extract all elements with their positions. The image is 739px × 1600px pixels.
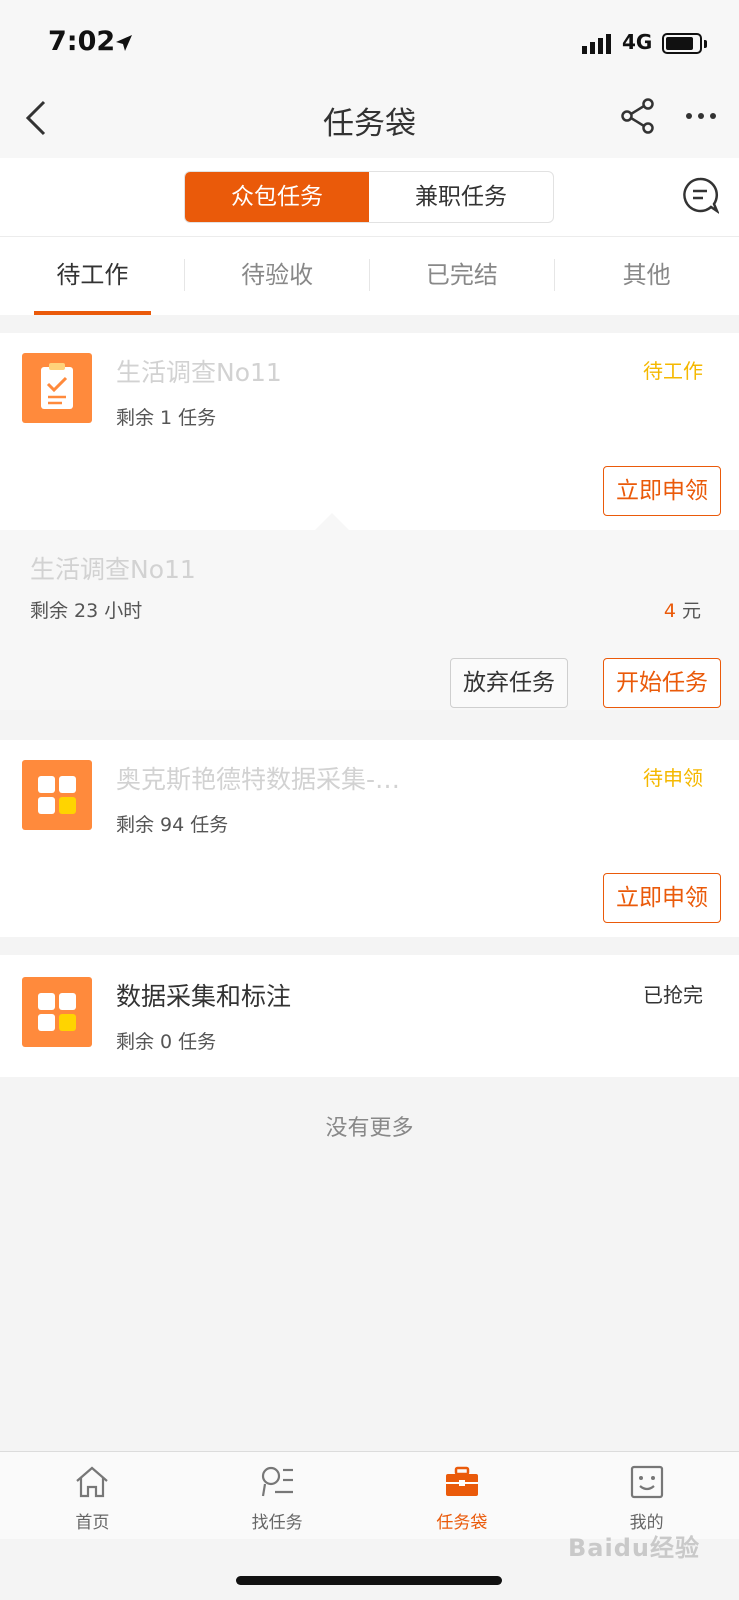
status-time: 7:02 [48,26,116,57]
grid-app-icon [22,977,92,1047]
network-type: 4G [622,30,653,54]
message-icon[interactable] [681,176,719,214]
detail-price: 4 元 [664,596,701,623]
segment-parttime[interactable]: 兼职任务 [369,172,553,222]
tab-profile[interactable]: 我的 [554,1452,739,1539]
claim-button[interactable]: 立即申领 [603,466,721,516]
task-remaining: 剩余 0 任务 [116,1031,217,1053]
divider [554,259,555,291]
detail-remaining-time: 剩余 23 小时 [30,600,143,622]
tab-pending-work[interactable]: 待工作 [0,237,185,315]
start-task-button[interactable]: 开始任务 [603,658,721,708]
profile-icon [630,1465,663,1499]
tab-other[interactable]: 其他 [554,237,739,315]
watermark: Baidu经验 [568,1534,700,1562]
divider [369,259,370,291]
bottom-tab-bar: 首页 找任务 任务袋 我的 [0,1451,739,1539]
task-title: 奥克斯艳德特数据采集-… [116,765,401,794]
tab-task-bag-label: 任务袋 [436,1513,488,1533]
segment-crowdsource[interactable]: 众包任务 [185,172,369,222]
segment-bar: 众包任务 兼职任务 [0,158,739,237]
task-remaining: 剩余 1 任务 [116,407,217,429]
tab-completed[interactable]: 已完结 [370,237,555,315]
no-more-text: 没有更多 [325,1116,414,1141]
task-card[interactable]: 生活调查No11 剩余 1 任务 待工作 立即申领 [0,333,739,530]
detail-title: 生活调查No11 [30,555,196,584]
abandon-task-button[interactable]: 放弃任务 [450,658,568,708]
battery-icon [662,33,702,54]
task-detail-panel: 生活调查No11 剩余 23 小时 4 元 放弃任务 开始任务 [0,530,739,710]
tab-find-task[interactable]: 找任务 [185,1452,370,1539]
nav-bar: 任务袋 [0,88,739,158]
task-title: 生活调查No11 [116,358,282,387]
task-remaining: 剩余 94 任务 [116,814,229,836]
tab-find-task-label: 找任务 [251,1513,303,1533]
task-card[interactable]: 奥克斯艳德特数据采集-… 剩余 94 任务 待申领 立即申领 [0,740,739,937]
task-title: 数据采集和标注 [116,982,292,1011]
task-status: 待工作 [643,359,703,383]
status-tabs: 待工作 待验收 已完结 其他 [0,237,739,315]
home-icon [76,1466,109,1498]
home-indicator [236,1576,502,1585]
find-task-icon [262,1466,294,1497]
price-unit: 元 [675,600,701,622]
location-arrow-icon [116,35,132,51]
task-bag-icon [445,1466,478,1496]
divider [184,259,185,291]
share-icon[interactable] [620,98,656,134]
price-value: 4 [663,600,676,622]
task-status: 待申领 [643,766,703,790]
tab-home[interactable]: 首页 [0,1452,185,1539]
signal-icon [582,34,611,54]
tab-pending-review[interactable]: 待验收 [185,237,370,315]
task-card[interactable]: 数据采集和标注 剩余 0 任务 已抢完 [0,955,739,1077]
battery-tip [704,40,707,48]
survey-icon [22,353,92,423]
task-type-segment: 众包任务 兼职任务 [184,171,554,223]
tab-home-label: 首页 [75,1513,110,1533]
tab-task-bag[interactable]: 任务袋 [370,1452,555,1539]
more-icon[interactable] [684,98,718,134]
task-status: 已抢完 [643,983,703,1007]
claim-button[interactable]: 立即申领 [603,873,721,923]
grid-app-icon [22,760,92,830]
status-bar: 7:02 4G [0,0,739,88]
